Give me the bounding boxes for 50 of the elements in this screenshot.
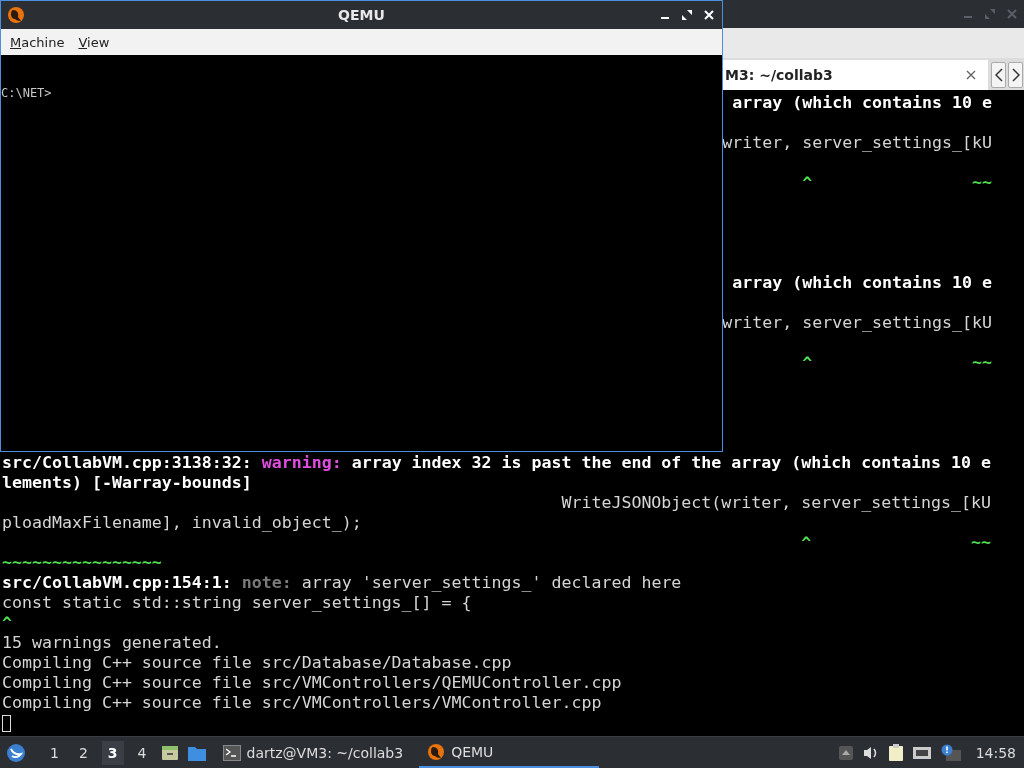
chevron-left-icon (994, 68, 1003, 82)
scroll-left-button[interactable] (991, 62, 1006, 88)
terminal-text: array index 32 is past the end of the array (which contains 10 e (351, 453, 992, 472)
maximize-icon[interactable] (681, 9, 693, 21)
tab-label: M3: ~/collab3 (725, 67, 833, 83)
terminal-text: WriteJSONObject(writer, server_settings_[kU (560, 493, 992, 512)
terminal-tab[interactable]: M3: ~/collab3 (723, 60, 988, 90)
terminal-text: Compiling C++ source file src/VMControllers/QEMUController.cpp (2, 673, 622, 692)
scroll-right-button[interactable] (1008, 62, 1023, 88)
start-menu-icon[interactable] (6, 742, 26, 763)
network-icon[interactable] (911, 744, 932, 761)
terminal-text: writer, server_settings_[kU (722, 313, 992, 332)
menu-item[interactable]: View (78, 34, 110, 50)
terminal-text: ^ ~~ (802, 353, 992, 372)
terminal-text: 15 warnings generated. (2, 633, 222, 652)
clock[interactable]: 14:58 (975, 744, 1016, 761)
clipboard-icon[interactable] (887, 743, 904, 762)
terminal-text: ~~~~~~~~~~~~~~~~ (2, 553, 162, 572)
terminal-text: ^ ~~ (802, 173, 992, 192)
terminal-text: writer, server_settings_[kU (722, 133, 992, 152)
terminal-text: const static std::string server_settings_[] = { (2, 593, 472, 612)
taskbar-task[interactable]: QEMU (419, 737, 600, 768)
text-cursor (2, 715, 11, 732)
chevron-right-icon (1011, 68, 1020, 82)
notification-icon[interactable] (939, 743, 962, 762)
terminal-icon (222, 744, 241, 761)
menu-item[interactable]: Machine (10, 34, 65, 50)
workspace-button[interactable]: 1 (44, 740, 65, 765)
terminal-text: array 'server_settings_' declared here (301, 573, 682, 592)
terminal-text: array (which contains 10 e (732, 93, 992, 112)
flame-logo-icon (427, 742, 446, 761)
terminal-text: array (which contains 10 e (732, 273, 992, 292)
terminal-text: ^ (2, 613, 12, 632)
terminal-text: lements) [-Warray-bounds] (2, 473, 252, 492)
terminal-text: Compiling C++ source file src/VMControllers/VMController.cpp (2, 693, 602, 712)
terminal-text: ^ ~~ (800, 533, 992, 552)
workspace-button[interactable]: 4 (131, 740, 153, 765)
terminal-text: ploadMaxFilename], invalid_object_); (2, 513, 362, 532)
dos-prompt: C:\NET> (1, 86, 53, 100)
terminal-text: note: (241, 573, 293, 592)
taskbar-task[interactable]: dartz@VM3: ~/collab3 (214, 737, 412, 768)
terminal-text: src/CollabVM.cpp:154:1: (2, 573, 233, 592)
terminal-text: src/CollabVM.cpp:3138:32: (2, 453, 253, 472)
flame-logo-icon (7, 6, 25, 24)
terminal-text: warning: (261, 453, 343, 472)
workspace-button[interactable]: 2 (72, 740, 94, 765)
window-title: QEMU (337, 7, 386, 23)
file-cabinet-icon[interactable] (160, 743, 179, 762)
workspace-button[interactable]: 3 (101, 740, 124, 765)
terminal-text: Compiling C++ source file src/Database/Database.cpp (2, 653, 512, 672)
